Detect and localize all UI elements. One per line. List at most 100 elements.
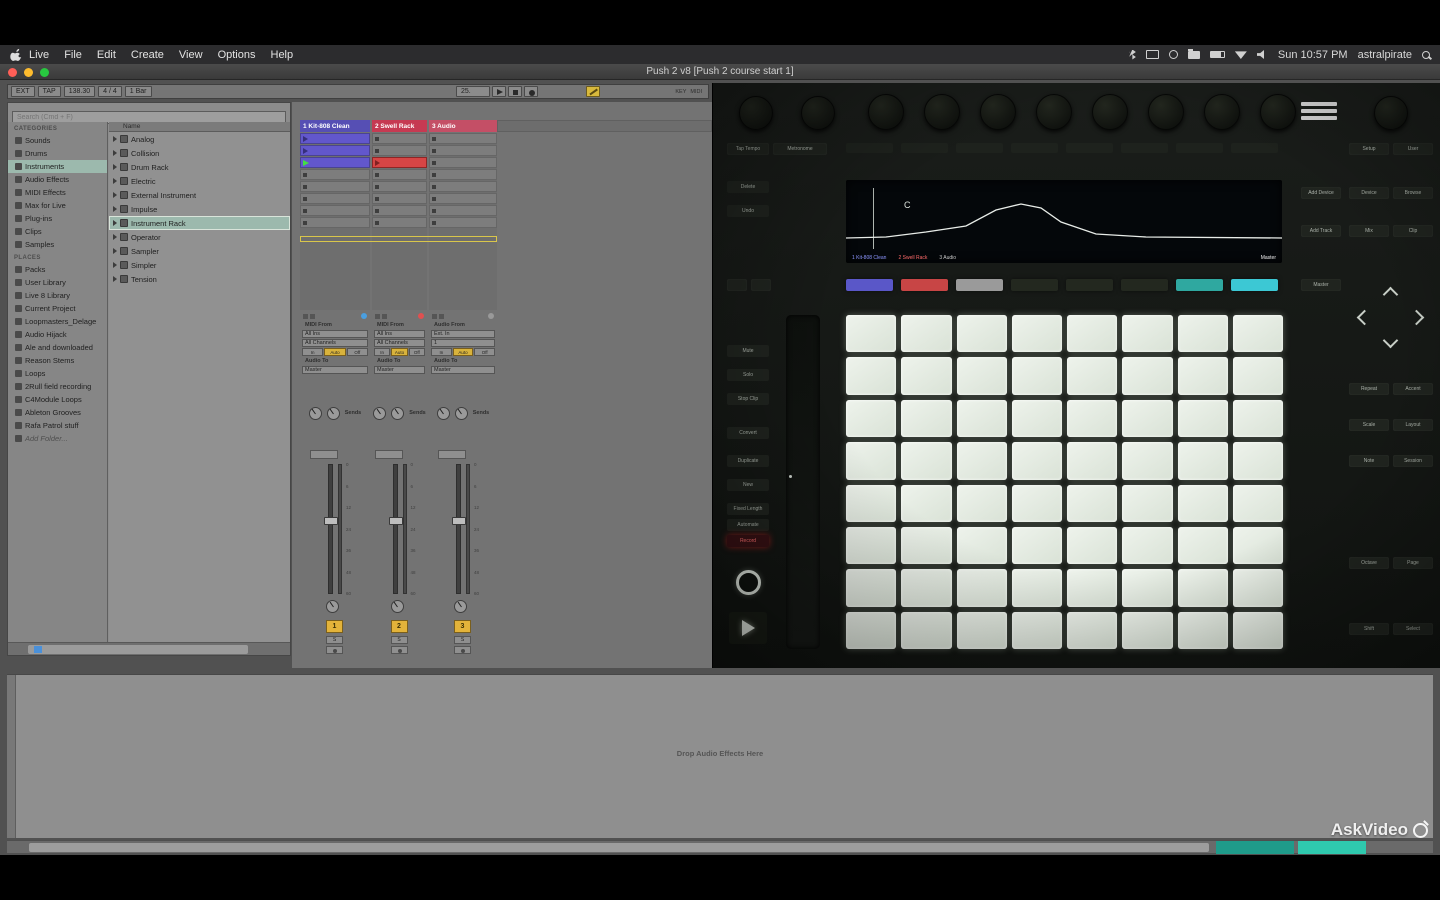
clip-slot[interactable] <box>372 181 427 192</box>
category-row[interactable]: Plug-ins <box>8 212 107 225</box>
track-header[interactable]: 2 Swell Rack <box>372 120 427 132</box>
volume-value[interactable] <box>375 450 403 459</box>
menubar-clock[interactable]: Sun 10:57 PM <box>1278 49 1348 61</box>
disclosure-triangle-icon[interactable] <box>113 192 117 198</box>
place-row[interactable]: Rafa Patrol stuff <box>8 419 107 432</box>
clip-slot[interactable] <box>372 157 427 168</box>
solo-button[interactable]: S <box>326 636 343 644</box>
clip-slot[interactable] <box>372 133 427 144</box>
disclosure-triangle-icon[interactable] <box>113 178 117 184</box>
device-row[interactable]: Sampler <box>109 244 290 258</box>
disclosure-triangle-icon[interactable] <box>113 276 117 282</box>
clip-slot[interactable] <box>300 145 370 156</box>
input-routing-chooser[interactable]: Ext. In <box>431 330 495 338</box>
place-row[interactable]: C4Module Loops <box>8 393 107 406</box>
place-row[interactable]: Loops <box>8 367 107 380</box>
disclosure-triangle-icon[interactable] <box>113 262 117 268</box>
scrollbar-thumb[interactable] <box>29 843 1209 852</box>
arm-button[interactable] <box>454 646 471 654</box>
clip-slot[interactable] <box>429 181 497 192</box>
device-row[interactable]: Drum Rack <box>109 160 290 174</box>
clip-slot[interactable] <box>300 205 370 216</box>
battery-icon[interactable] <box>1210 51 1225 58</box>
place-row[interactable]: Ale and downloaded <box>8 341 107 354</box>
device-row[interactable]: Operator <box>109 230 290 244</box>
transport-field[interactable]: EXT <box>11 86 35 97</box>
monitor-auto[interactable]: Auto <box>453 348 474 356</box>
clip-slot[interactable] <box>300 133 370 144</box>
clip-slot[interactable] <box>372 193 427 204</box>
arrangement-position[interactable]: 25. <box>456 86 490 97</box>
input-channel-chooser[interactable]: All Channels <box>374 339 425 347</box>
disclosure-triangle-icon[interactable] <box>113 220 117 226</box>
close-button[interactable] <box>8 68 17 77</box>
place-row[interactable]: Packs <box>8 263 107 276</box>
transport-field[interactable]: 4 / 4 <box>98 86 122 97</box>
volume-fader[interactable] <box>393 464 398 594</box>
device-row[interactable]: External Instrument <box>109 188 290 202</box>
pan-knob[interactable] <box>326 600 339 613</box>
monitor-in[interactable]: In <box>302 348 323 356</box>
name-column-header[interactable]: Name <box>109 122 290 132</box>
monitor-off[interactable]: Off <box>347 348 368 356</box>
clip-slot[interactable] <box>300 193 370 204</box>
record-button[interactable] <box>524 86 538 97</box>
clip-slot[interactable] <box>429 145 497 156</box>
play-button[interactable] <box>492 86 506 97</box>
category-row[interactable]: Sounds <box>8 134 107 147</box>
place-row[interactable]: Add Folder... <box>8 432 107 445</box>
place-row[interactable]: Audio Hijack <box>8 328 107 341</box>
send-b-knob[interactable] <box>327 407 340 420</box>
minimize-button[interactable] <box>24 68 33 77</box>
place-row[interactable]: Ableton Grooves <box>8 406 107 419</box>
volume-fader[interactable] <box>456 464 461 594</box>
disclosure-triangle-icon[interactable] <box>113 150 117 156</box>
track-activator[interactable]: 1 <box>326 620 343 633</box>
menubar-user[interactable]: astralpirate <box>1358 49 1412 61</box>
menu-item[interactable]: Edit <box>97 49 116 61</box>
transport-field[interactable]: TAP <box>38 86 61 97</box>
fader-handle[interactable] <box>452 517 466 525</box>
monitor-in[interactable]: In <box>374 348 390 356</box>
monitor-off[interactable]: Off <box>474 348 495 356</box>
place-row[interactable]: Live 8 Library <box>8 289 107 302</box>
place-row[interactable]: Current Project <box>8 302 107 315</box>
monitor-off[interactable]: Off <box>409 348 425 356</box>
device-row[interactable]: Collision <box>109 146 290 160</box>
clip-slot[interactable] <box>429 157 497 168</box>
device-detail-view[interactable]: Drop Audio Effects Here <box>7 674 1433 838</box>
clip-slot[interactable] <box>372 217 427 228</box>
device-row[interactable]: Instrument Rack <box>109 216 290 230</box>
output-routing-chooser[interactable]: Master <box>374 366 425 374</box>
input-channel-chooser[interactable]: All Channels <box>302 339 368 347</box>
menu-item[interactable]: File <box>64 49 82 61</box>
input-channel-chooser[interactable]: 1 <box>431 339 495 347</box>
arm-button[interactable] <box>326 646 343 654</box>
volume-value[interactable] <box>310 450 338 459</box>
clip-slot[interactable] <box>372 145 427 156</box>
device-row[interactable]: Analog <box>109 132 290 146</box>
send-b-knob[interactable] <box>455 407 468 420</box>
volume-fader[interactable] <box>328 464 333 594</box>
output-routing-chooser[interactable]: Master <box>302 366 368 374</box>
volume-icon[interactable] <box>1257 50 1268 59</box>
device-row[interactable]: Impulse <box>109 202 290 216</box>
place-row[interactable]: Reason Stems <box>8 354 107 367</box>
wifi-icon[interactable] <box>1235 50 1247 59</box>
output-routing-chooser[interactable]: Master <box>431 366 495 374</box>
bluetooth-icon[interactable] <box>1129 50 1136 60</box>
category-row[interactable]: Max for Live <box>8 199 107 212</box>
menu-item[interactable]: Help <box>271 49 294 61</box>
fader-handle[interactable] <box>389 517 403 525</box>
solo-button[interactable]: S <box>391 636 408 644</box>
menu-item[interactable]: View <box>179 49 203 61</box>
device-row[interactable]: Tension <box>109 272 290 286</box>
disclosure-triangle-icon[interactable] <box>113 206 117 212</box>
clip-slot[interactable] <box>372 205 427 216</box>
arm-button[interactable] <box>391 646 408 654</box>
device-row[interactable]: Simpler <box>109 258 290 272</box>
category-row[interactable]: MIDI Effects <box>8 186 107 199</box>
track-activator[interactable]: 3 <box>454 620 471 633</box>
place-row[interactable]: User Library <box>8 276 107 289</box>
clip-slot[interactable] <box>429 217 497 228</box>
